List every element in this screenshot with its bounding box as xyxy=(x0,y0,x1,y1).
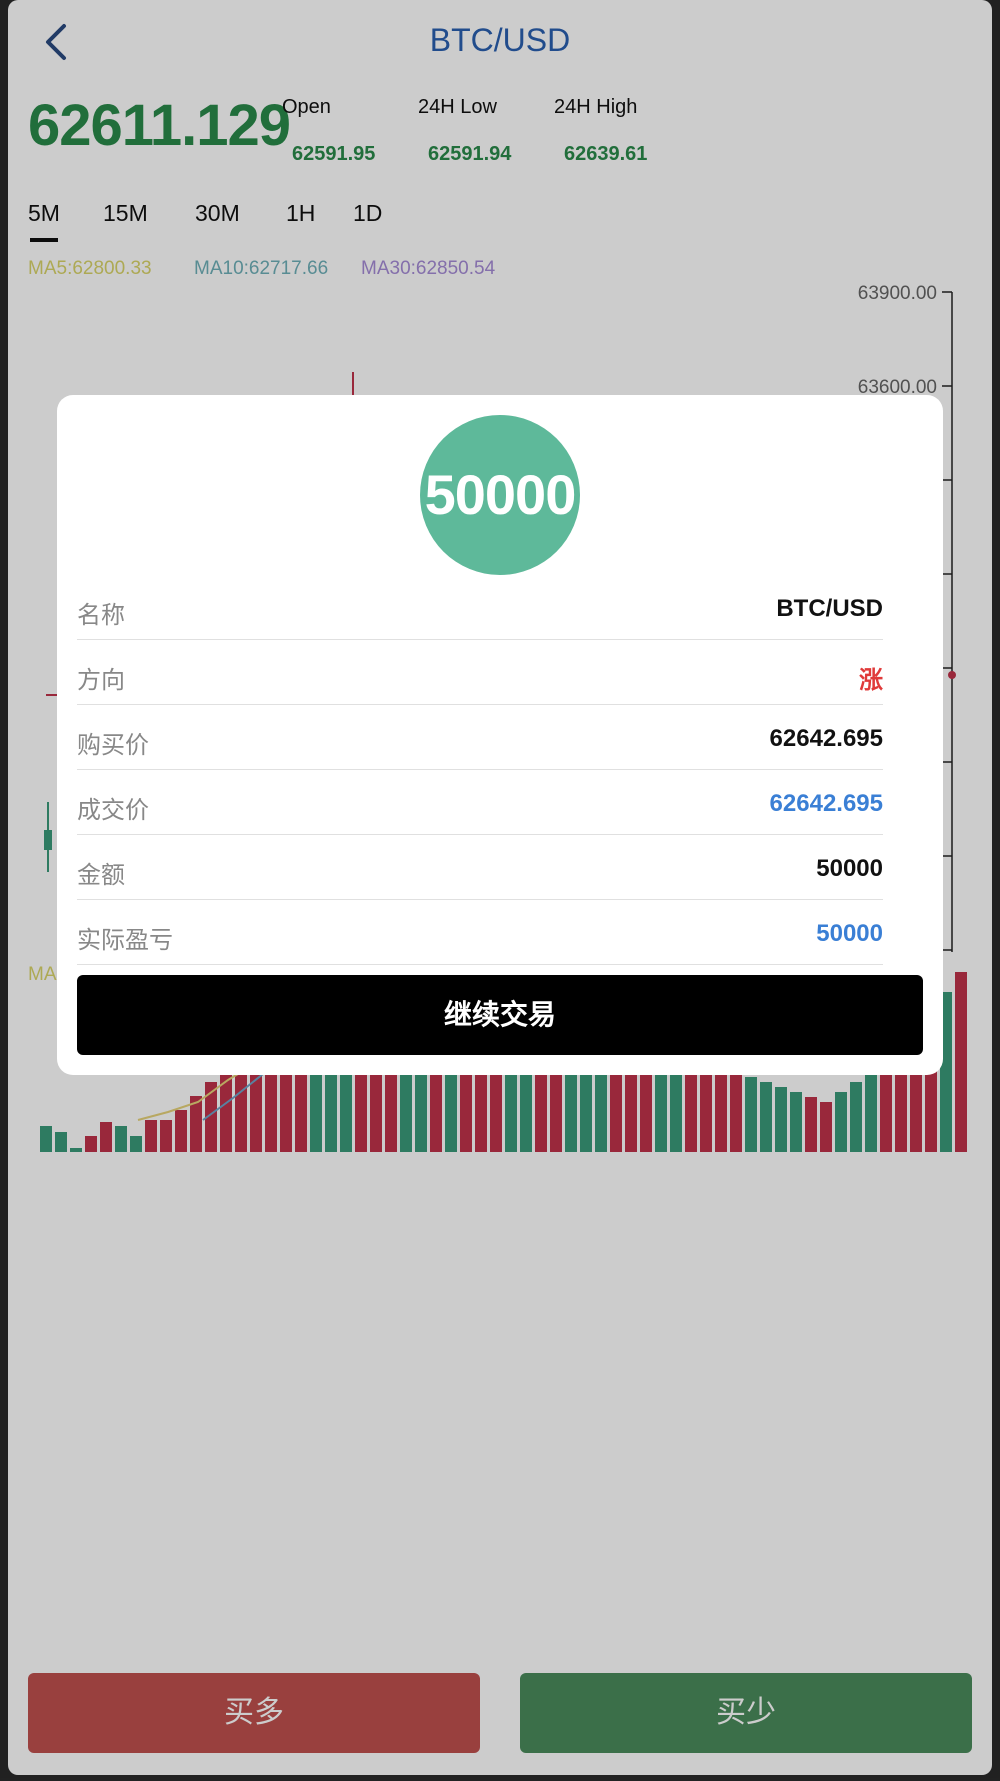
row-key: 名称 xyxy=(77,602,125,629)
row-key: 方向 xyxy=(77,667,125,694)
row-value: 62642.695 xyxy=(769,790,883,817)
row-key: 实际盈亏 xyxy=(77,927,173,954)
row-value: 50000 xyxy=(816,920,883,947)
row-value: 涨 xyxy=(859,667,883,694)
detail-row-name: 名称 BTC/USD xyxy=(77,575,883,640)
continue-trading-button[interactable]: 继续交易 xyxy=(77,975,923,1055)
row-value: 50000 xyxy=(816,855,883,882)
amount-badge: 50000 xyxy=(420,415,580,575)
row-value: 62642.695 xyxy=(769,725,883,752)
detail-row-direction: 方向 涨 xyxy=(77,640,883,705)
detail-row-buy-price: 购买价 62642.695 xyxy=(77,705,883,770)
row-value: BTC/USD xyxy=(776,595,883,622)
detail-row-pnl: 实际盈亏 50000 xyxy=(77,900,883,965)
detail-row-amount: 金额 50000 xyxy=(77,835,883,900)
row-key: 成交价 xyxy=(77,797,149,824)
row-key: 金额 xyxy=(77,862,125,889)
detail-row-deal-price: 成交价 62642.695 xyxy=(77,770,883,835)
row-key: 购买价 xyxy=(77,732,149,759)
order-result-dialog: 50000 名称 BTC/USD 方向 涨 购买价 62642.695 成交价 … xyxy=(57,395,943,1075)
